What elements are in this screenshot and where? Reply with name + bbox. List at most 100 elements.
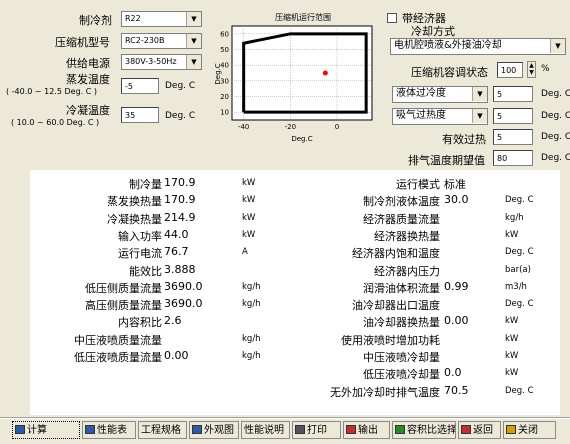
evap-range: ( -40.0 ~ 12.5 Deg. C ) [6,87,98,96]
eff-unit: Deg. C [541,132,570,142]
toolbar-button-2[interactable]: 工程规格 [138,421,187,439]
chevron-down-icon: ▼ [550,39,565,53]
discharge-input[interactable]: 80 [493,150,533,166]
model-select[interactable]: RC2-230B ▼ [121,33,202,49]
power-select[interactable]: 380V-3-50Hz ▼ [121,54,202,70]
result-right-label: 经济器内饱和温度 [352,247,440,260]
cond-input[interactable]: 35 [121,107,159,123]
evap-unit: Deg. C [165,81,196,91]
result-right-unit: Deg. C [505,299,534,309]
chevron-down-icon: ▼ [472,87,487,101]
result-left-label: 低压侧质量流量 [85,282,162,295]
chart-title: 压缩机运行范围 [275,12,331,22]
result-right-value: 70.5 [444,384,469,397]
toolbar-button-5[interactable]: 打印 [292,421,341,439]
toolbar-button-label: 性能说明 [244,425,284,436]
result-left-value: 2.6 [164,314,182,327]
toolbar-button-label: 性能表 [97,425,127,436]
economizer-checkbox[interactable] [387,13,397,23]
result-right-label: 经济器内压力 [374,265,440,278]
toolbar-button-0[interactable]: 计算 [12,421,80,439]
result-right-label: 低压液喷冷却量 [363,368,440,381]
subcool-unit: Deg. C [541,89,570,99]
result-right-unit: bar(a) [505,265,531,275]
toolbar-button-7[interactable]: 容积比选择 [392,421,456,439]
calculator-icon [15,425,25,434]
result-left-value: 0.00 [164,349,189,362]
result-right-label: 无外加冷却时排气温度 [330,386,440,399]
result-right-value: 0.99 [444,280,469,293]
ratio-icon [395,425,405,434]
model-label: 压缩机型号 [55,36,110,49]
toolbar-button-label: 返回 [473,425,493,436]
refrigerant-label: 制冷剂 [79,14,112,27]
subcool-input[interactable]: 5 [493,86,533,102]
result-right-value: 标准 [444,178,466,191]
toolbar-button-3[interactable]: 外观图 [189,421,239,439]
capacity-unit: % [541,64,550,74]
toolbar-button-8[interactable]: 返回 [458,421,501,439]
chart-y-tick: 30 [220,77,229,85]
capacity-input[interactable]: 100 [497,62,523,78]
result-right-unit: kW [505,316,519,326]
toolbar-divider-highlight [0,418,570,419]
spin-down-icon[interactable]: ▼ [528,69,535,76]
result-left-value: 214.9 [164,211,196,224]
eff-input[interactable]: 5 [493,129,533,145]
result-left-label: 能效比 [129,265,162,278]
result-right-value: 0.00 [444,314,469,327]
printer-icon [295,425,305,434]
subcool-option: 液体过冷度 [396,88,446,99]
result-right-unit: kW [505,351,519,361]
cond-range: ( 10.0 ~ 60.0 Deg. C ) [11,118,100,127]
toolbar-button-1[interactable]: 性能表 [82,421,136,439]
superheat-option: 吸气过热度 [396,110,446,121]
eff-label: 有效过热 [442,133,486,146]
chevron-down-icon: ▼ [186,55,201,69]
cooling-select[interactable]: 电机腔喷液&外接油冷却 ▼ [390,38,566,55]
chart-x-tick: -40 [238,123,249,131]
operating-point [322,70,328,76]
result-left-label: 蒸发换热量 [107,195,162,208]
table-icon [85,425,95,434]
result-right-unit: Deg. C [505,247,534,257]
result-right-unit: m3/h [505,282,527,292]
result-right-value: 0.0 [444,366,462,379]
superheat-input[interactable]: 5 [493,108,533,124]
back-icon [461,425,471,434]
result-left-value: 44.0 [164,228,189,241]
discharge-unit: Deg. C [541,153,570,163]
result-left-unit: kW [242,195,256,205]
cond-unit: Deg. C [165,111,196,121]
chart-x-tick: 0 [335,123,339,131]
result-right-label: 制冷剂液体温度 [363,195,440,208]
result-right-label: 油冷却器出口温度 [352,299,440,312]
result-left-label: 低压液喷质量流量 [74,351,162,364]
result-left-unit: kW [242,178,256,188]
toolbar-button-9[interactable]: 关闭 [503,421,556,439]
toolbar-button-6[interactable]: 输出 [343,421,390,439]
export-icon [346,425,356,434]
result-right-unit: kW [505,334,519,344]
result-right-label: 运行模式 [396,178,440,191]
result-right-unit: kg/h [505,213,524,223]
chevron-down-icon: ▼ [186,12,201,26]
chevron-down-icon: ▼ [186,34,201,48]
evap-input[interactable]: -5 [121,78,159,94]
cond-label: 冷凝温度 [66,104,110,117]
spin-up-icon[interactable]: ▲ [528,62,535,69]
result-left-unit: kg/h [242,351,261,361]
result-left-label: 内容积比 [118,316,162,329]
subcool-select[interactable]: 液体过冷度 ▼ [392,86,488,103]
capacity-spinner[interactable]: ▲ ▼ [527,61,536,78]
superheat-select[interactable]: 吸气过热度 ▼ [392,108,488,125]
refrigerant-select[interactable]: R22 ▼ [121,11,202,27]
toolbar-button-label: 工程规格 [141,425,181,436]
result-right-label: 经济器换热量 [374,230,440,243]
result-left-label: 高压侧质量流量 [85,299,162,312]
result-left-value: 170.9 [164,176,196,189]
toolbar-button-4[interactable]: 性能说明 [241,421,290,439]
chart-y-tick: 20 [220,93,229,101]
toolbar-button-label: 打印 [307,425,327,436]
model-value: RC2-230B [125,36,165,45]
